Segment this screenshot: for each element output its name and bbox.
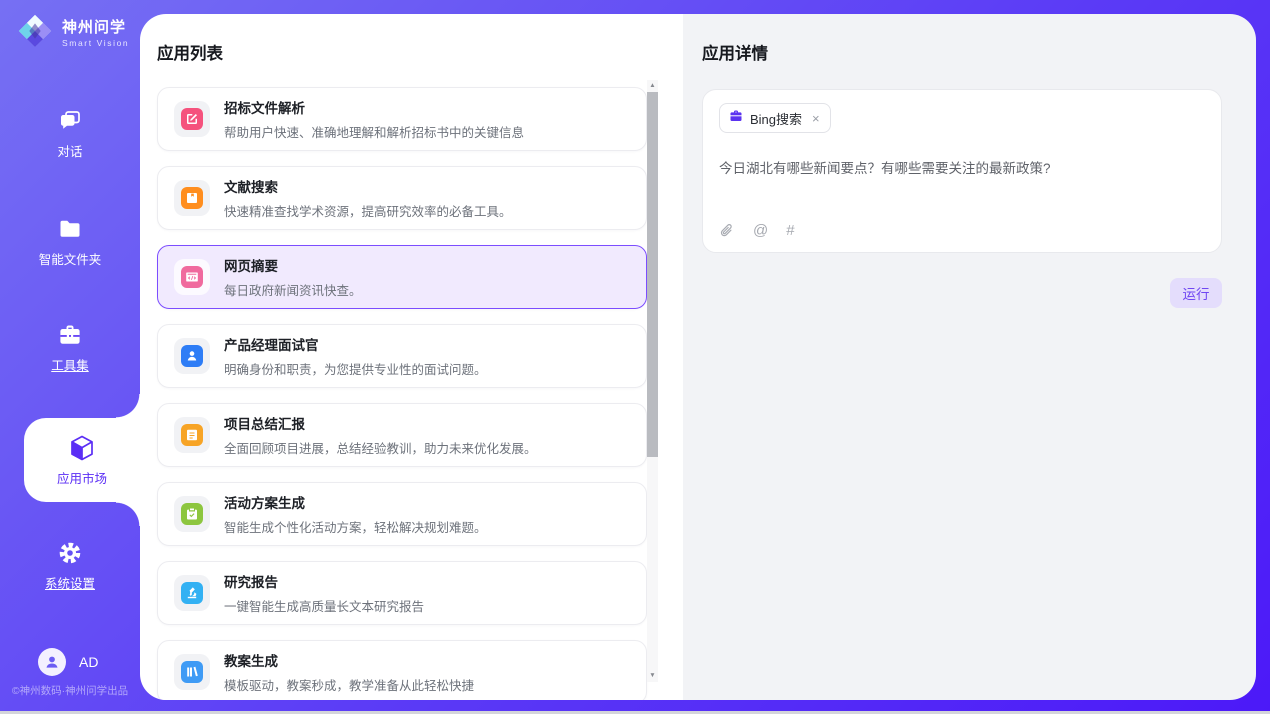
app-icon-container [174,338,210,374]
app-card-title: 研究报告 [224,571,424,591]
project-report-icon [181,424,203,446]
interviewer-icon [181,345,203,367]
lesson-plan-icon [181,661,203,683]
brand-name: 神州问学 [62,19,129,36]
tender-doc-icon [181,108,203,130]
app-card[interactable]: 文献搜索 快速精准查找学术资源，提高研究效率的必备工具。 [157,166,647,230]
brand-subtitle: Smart Vision [62,38,129,48]
user-name: AD [79,654,98,670]
event-plan-icon [181,503,203,525]
app-card-description: 一键智能生成高质量长文本研究报告 [224,596,424,615]
app-card-title: 文献搜索 [224,176,512,196]
app-card-description: 智能生成个性化活动方案，轻松解决规划难题。 [224,517,487,536]
app-card-title: 项目总结汇报 [224,413,537,433]
sidebar-item-system-settings[interactable]: 系统设置 [0,540,140,593]
prompt-text[interactable]: 今日湖北有哪些新闻要点？有哪些需要关注的最新政策? [719,159,1205,179]
hash-icon[interactable]: # [786,222,794,239]
scrollbar-thumb[interactable] [647,92,658,457]
mention-icon[interactable]: @ [753,222,768,239]
tool-tag-bing-search[interactable]: Bing搜索 × [719,103,831,133]
app-card-description: 帮助用户快速、准确地理解和解析招标书中的关键信息 [224,122,524,141]
app-card-title: 招标文件解析 [224,97,524,117]
app-icon-container [174,101,210,137]
app-card-list: 招标文件解析 帮助用户快速、准确地理解和解析招标书中的关键信息 文献搜索 快速精… [157,87,647,700]
sidebar-item-label: 工具集 [51,359,89,373]
folder-icon [57,216,83,242]
briefcase-icon [729,109,743,128]
user-account[interactable]: AD [38,648,98,676]
app-detail-panel: 应用详情 Bing搜索 × 今日湖北有哪些新闻要点？有哪些需要关注的最新政策? … [683,14,1256,700]
app-card[interactable]: 招标文件解析 帮助用户快速、准确地理解和解析招标书中的关键信息 [157,87,647,151]
app-list-title: 应用列表 [157,40,647,64]
sidebar-item-toolset[interactable]: 工具集 [0,322,140,375]
prompt-composer[interactable]: Bing搜索 × 今日湖北有哪些新闻要点？有哪些需要关注的最新政策? @ # [702,89,1222,253]
sidebar-item-label: 智能文件夹 [39,253,102,267]
attachment-icon[interactable] [719,223,735,239]
composer-toolbar: @ # [719,222,795,239]
app-window: { "brand": { "name": "神州问学", "subtitle":… [0,0,1270,714]
app-card-title: 产品经理面试官 [224,334,487,354]
app-card[interactable]: 教案生成 模板驱动，教案秒成，教学准备从此轻松快捷 [157,640,647,700]
toolbox-icon [57,322,83,348]
logo-diamond-icon [16,12,54,55]
copyright-text: ©神州数码·神州问学出品 [0,683,140,698]
sidebar-item-smart-folder[interactable]: 智能文件夹 [0,216,140,269]
cube-icon [67,433,97,463]
tool-tag-label: Bing搜索 [750,109,802,128]
chat-icon [57,108,83,134]
brand-logo: 神州问学 Smart Vision [16,12,129,55]
app-icon-container [174,259,210,295]
sidebar: 神州问学 Smart Vision 对话 智能文件夹 工具集 应用市场 系统设置… [0,0,140,714]
app-card[interactable]: 产品经理面试官 明确身份和职责，为您提供专业性的面试问题。 [157,324,647,388]
literature-search-icon [181,187,203,209]
active-tab-curve-top [116,394,140,418]
sidebar-item-app-market-active[interactable]: 应用市场 [24,418,140,502]
run-button[interactable]: 运行 [1170,278,1222,308]
run-row: 运行 [702,278,1222,308]
sidebar-item-label: 应用市场 [57,468,107,487]
app-icon-container [174,575,210,611]
app-card-description: 快速精准查找学术资源，提高研究效率的必备工具。 [224,201,512,220]
sidebar-item-label: 系统设置 [45,577,95,591]
app-list-panel: 应用列表 招标文件解析 帮助用户快速、准确地理解和解析招标书中的关键信息 文献搜… [140,14,683,700]
scrollbar-down-arrow-icon[interactable]: ▼ [647,670,658,682]
app-card-title: 活动方案生成 [224,492,487,512]
tag-close-icon[interactable]: × [812,112,820,125]
main-content: 应用列表 招标文件解析 帮助用户快速、准确地理解和解析招标书中的关键信息 文献搜… [140,14,1256,700]
app-card[interactable]: 网页摘要 每日政府新闻资讯快查。 [157,245,647,309]
avatar [38,648,66,676]
app-card-description: 明确身份和职责，为您提供专业性的面试问题。 [224,359,487,378]
gear-icon [57,540,83,566]
app-card-description: 全面回顾项目进展，总结经验教训，助力未来优化发展。 [224,438,537,457]
app-detail-title: 应用详情 [702,40,1222,64]
app-card[interactable]: 活动方案生成 智能生成个性化活动方案，轻松解决规划难题。 [157,482,647,546]
app-card-title: 教案生成 [224,650,474,670]
research-report-icon [181,582,203,604]
app-card[interactable]: 研究报告 一键智能生成高质量长文本研究报告 [157,561,647,625]
app-icon-container [174,654,210,690]
app-card[interactable]: 项目总结汇报 全面回顾项目进展，总结经验教训，助力未来优化发展。 [157,403,647,467]
app-icon-container [174,417,210,453]
app-icon-container [174,496,210,532]
app-icon-container [174,180,210,216]
app-list-scrollbar[interactable]: ▲ ▼ [647,80,658,682]
sidebar-item-chat[interactable]: 对话 [0,108,140,161]
app-card-description: 每日政府新闻资讯快查。 [224,280,362,299]
app-card-description: 模板驱动，教案秒成，教学准备从此轻松快捷 [224,675,474,694]
app-card-title: 网页摘要 [224,255,362,275]
scrollbar-up-arrow-icon[interactable]: ▲ [647,80,658,92]
webpage-summary-icon [181,266,203,288]
active-tab-curve-bottom [116,502,140,526]
sidebar-item-label: 对话 [57,145,82,159]
